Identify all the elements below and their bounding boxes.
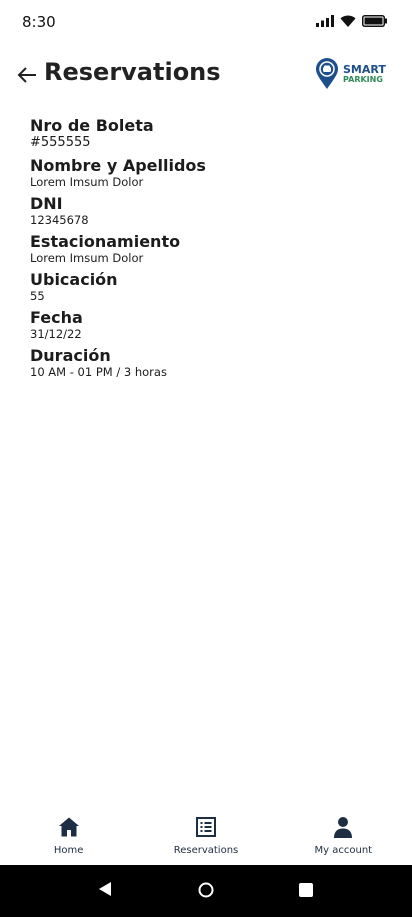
- system-nav-bar: [0, 865, 412, 917]
- bottom-nav: Home Reservations My account: [0, 808, 412, 865]
- list-icon: [195, 817, 216, 837]
- field-fecha: Fecha 31/12/22: [30, 308, 390, 341]
- field-duracion: Duración 10 AM - 01 PM / 3 horas: [30, 346, 390, 379]
- nav-label: Reservations: [173, 845, 239, 856]
- system-recents-icon[interactable]: [299, 883, 313, 897]
- field-label: Estacionamiento: [30, 232, 181, 251]
- status-time: 8:30: [22, 13, 56, 31]
- reservation-details: Nro de Boleta #555555 Nombre y Apellidos…: [30, 116, 390, 384]
- nav-label: My account: [314, 845, 373, 856]
- field-value: #555555: [30, 135, 91, 150]
- logo-text-parking: PARKING: [343, 75, 383, 84]
- field-value: Lorem Imsum Dolor: [30, 175, 144, 189]
- page-title: Reservations: [44, 58, 221, 86]
- field-nombre: Nombre y Apellidos Lorem Imsum Dolor: [30, 156, 390, 189]
- status-icons: [316, 15, 388, 27]
- field-value: 10 AM - 01 PM / 3 horas: [30, 365, 167, 379]
- field-ubicacion: Ubicación 55: [30, 270, 390, 303]
- field-label: Duración: [30, 346, 111, 365]
- field-label: Fecha: [30, 308, 83, 327]
- system-home-icon[interactable]: [198, 882, 214, 898]
- nav-item-my-account[interactable]: My account: [275, 808, 412, 865]
- field-estacionamiento: Estacionamiento Lorem Imsum Dolor: [30, 232, 390, 265]
- field-value: 31/12/22: [30, 327, 82, 341]
- status-bar: 8:30: [0, 0, 412, 44]
- field-dni: DNI 12345678: [30, 194, 390, 227]
- logo-text-smart: SMART: [343, 63, 386, 76]
- account-icon: [334, 817, 353, 838]
- smart-parking-logo: SMART PARKING: [315, 58, 386, 90]
- battery-icon: [362, 15, 387, 27]
- nav-label: Home: [53, 845, 84, 856]
- field-label: Nro de Boleta: [30, 116, 154, 135]
- field-value: 12345678: [30, 213, 89, 227]
- app-bar: Reservations SMART PARKING: [0, 52, 412, 100]
- field-boleta: Nro de Boleta #555555: [30, 116, 390, 151]
- signal-icon: [316, 15, 334, 27]
- field-label: Ubicación: [30, 270, 118, 289]
- home-icon: [58, 817, 79, 837]
- back-arrow-icon[interactable]: [16, 64, 38, 86]
- field-label: DNI: [30, 194, 63, 213]
- field-value: Lorem Imsum Dolor: [30, 251, 144, 265]
- field-value: 55: [30, 289, 45, 303]
- wifi-icon: [340, 15, 356, 27]
- parking-pin-icon: [316, 58, 338, 89]
- system-back-icon[interactable]: [98, 881, 112, 897]
- field-label: Nombre y Apellidos: [30, 156, 206, 175]
- nav-item-home[interactable]: Home: [0, 808, 137, 865]
- nav-item-reservations[interactable]: Reservations: [137, 808, 274, 865]
